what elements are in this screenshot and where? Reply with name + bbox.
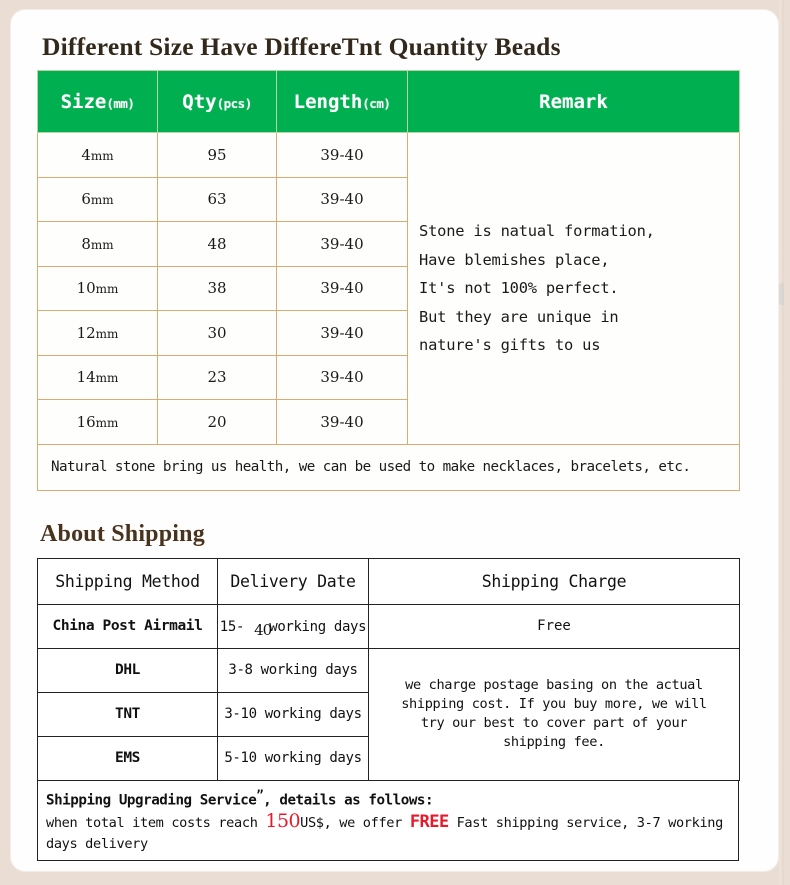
cell-delivery-date: 15- 40working days: [217, 603, 369, 649]
shipping-table: Shipping Method Delivery Date Shipping C…: [37, 557, 740, 781]
column-header-qty-label: Qty: [182, 90, 217, 113]
delivery-date-alt-number: 40: [254, 621, 272, 639]
page-scrollbar[interactable]: [779, 0, 784, 885]
cell-size: 4mm: [37, 132, 158, 178]
cell-size-unit: mm: [90, 237, 114, 252]
column-header-shipping-method: Shipping Method: [37, 557, 218, 605]
column-header-qty-unit: (pcs): [216, 95, 253, 111]
cell-size: 10mm: [37, 265, 158, 311]
cell-size-value: 6: [81, 190, 91, 209]
cell-size-unit: mm: [95, 371, 119, 386]
page-scrollbar-thumb[interactable]: [779, 283, 784, 305]
cell-size: 8mm: [37, 221, 158, 267]
cell-length: 39-40: [276, 399, 408, 445]
cell-qty: 63: [157, 176, 277, 222]
cell-size: 12mm: [37, 310, 158, 356]
column-header-size: Size(mm): [37, 70, 158, 133]
shipping-header-row: Shipping Method Delivery Date Shipping C…: [37, 557, 740, 605]
column-header-length-unit: (cm): [362, 95, 391, 111]
cell-remark: Stone is natual formation, Have blemishe…: [407, 132, 740, 445]
cell-size-unit: mm: [95, 282, 119, 297]
cell-size-value: 10: [76, 279, 96, 298]
page-title: Different Size Have DiffereTnt Quantity …: [42, 32, 561, 61]
table-footer-row: Natural stone bring us health, we can be…: [37, 443, 740, 491]
footer-detail-part-b: US$, we offer: [300, 815, 410, 832]
page-frame: Different Size Have DiffereTnt Quantity …: [0, 0, 790, 885]
table-header-row: Size(mm) Qty(pcs) Length(cm) Remark: [37, 70, 740, 133]
size-table-footer-note: Natural stone bring us health, we can be…: [37, 443, 740, 491]
cell-size-value: 8: [81, 234, 91, 253]
cell-delivery-date: 3-10 working days: [217, 691, 369, 737]
cell-size-unit: mm: [90, 148, 114, 163]
shipping-upgrade-footer: Shipping Upgrading Service”, details as …: [37, 779, 739, 862]
shipping-table-body: Shipping Method Delivery Date Shipping C…: [37, 557, 740, 781]
column-header-remark: Remark: [407, 70, 740, 133]
column-header-size-label: Size: [60, 90, 107, 113]
footer-free-badge: FREE: [409, 812, 449, 833]
table-row: China Post Airmail 15- 40working days Fr…: [37, 603, 740, 649]
cell-size-unit: mm: [95, 415, 119, 430]
table-row: DHL 3-8 working days we charge postage b…: [37, 647, 740, 781]
cell-length: 39-40: [276, 310, 408, 356]
size-table-header: Size(mm) Qty(pcs) Length(cm) Remark: [37, 70, 740, 133]
cell-size-unit: mm: [95, 326, 119, 341]
cell-qty: 38: [157, 265, 277, 311]
cell-qty: 30: [157, 310, 277, 356]
cell-shipping-method: China Post Airmail: [37, 603, 218, 649]
cell-delivery-date: 3-8 working days: [217, 647, 369, 693]
delivery-date-prefix: 15-: [219, 619, 245, 635]
column-header-delivery-date: Delivery Date: [217, 557, 369, 605]
cell-length: 39-40: [276, 354, 408, 400]
cell-shipping-method: DHL: [37, 647, 218, 693]
column-header-qty: Qty(pcs): [157, 70, 277, 133]
cell-size: 16mm: [37, 399, 158, 445]
cell-shipping-method: TNT: [37, 691, 218, 737]
cell-size-value: 12: [76, 323, 96, 342]
cell-length: 39-40: [276, 265, 408, 311]
cell-size-value: 16: [76, 412, 96, 431]
cell-length: 39-40: [276, 221, 408, 267]
footer-headline: Shipping Upgrading Service”, details as …: [46, 786, 732, 811]
cell-qty: 23: [157, 354, 277, 400]
delivery-date-suffix: working days: [269, 619, 367, 635]
column-header-length-label: Length: [293, 90, 363, 113]
bead-size-table: Size(mm) Qty(pcs) Length(cm) Remark 4mm …: [37, 70, 740, 491]
cell-qty: 20: [157, 399, 277, 445]
cell-delivery-date: 5-10 working days: [217, 735, 369, 781]
footer-headline-text: Shipping Upgrading Service: [46, 792, 257, 809]
cell-size: 6mm: [37, 176, 158, 222]
column-header-size-unit: (mm): [106, 95, 135, 111]
column-header-shipping-charge: Shipping Charge: [368, 557, 740, 605]
footer-detail: when total item costs reach 150US$, we o…: [46, 811, 732, 855]
footer-detail-part-a: when total item costs reach: [46, 815, 266, 832]
cell-qty: 95: [157, 132, 277, 178]
cell-qty: 48: [157, 221, 277, 267]
cell-size-value: 4: [81, 145, 91, 164]
size-table-body: 4mm 95 39-40 Stone is natual formation, …: [37, 132, 740, 491]
cell-size-value: 14: [76, 368, 96, 387]
cell-size: 14mm: [37, 354, 158, 400]
cell-shipping-charge-free: Free: [368, 603, 740, 649]
page-content: Different Size Have DiffereTnt Quantity …: [11, 10, 778, 871]
column-header-length: Length(cm): [276, 70, 408, 133]
footer-headline-rest: , details as follows:: [263, 792, 434, 809]
cell-shipping-charge-note: we charge postage basing on the actual s…: [368, 647, 740, 781]
cell-length: 39-40: [276, 132, 408, 178]
footer-amount-value: 150: [265, 810, 301, 833]
shipping-section-title: About Shipping: [40, 520, 205, 547]
cell-size-unit: mm: [90, 193, 114, 208]
table-row: 4mm 95 39-40 Stone is natual formation, …: [37, 132, 740, 445]
cell-shipping-method: EMS: [37, 735, 218, 781]
cell-length: 39-40: [276, 176, 408, 222]
